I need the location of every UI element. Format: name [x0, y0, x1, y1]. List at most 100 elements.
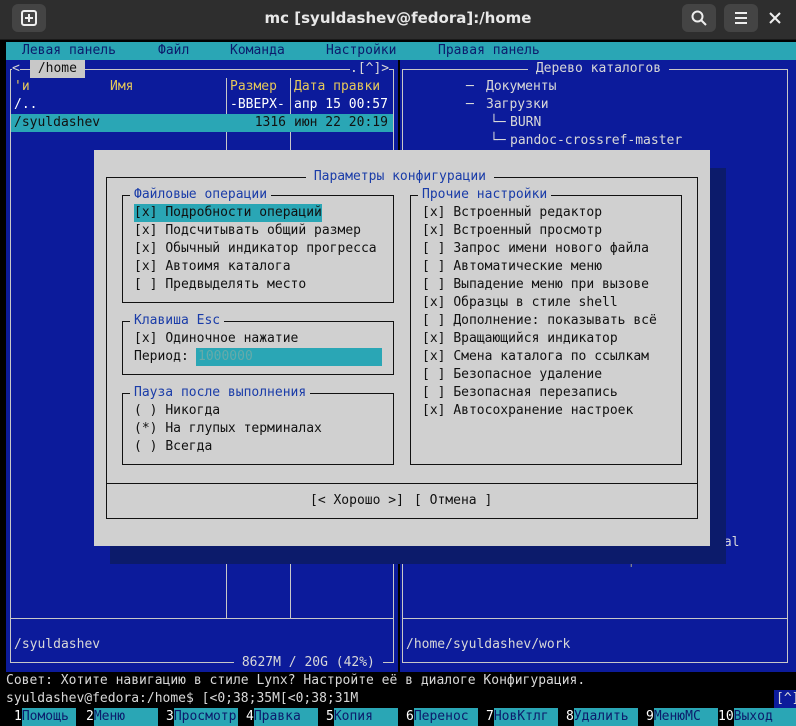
period-input[interactable]: 1000000	[196, 348, 382, 366]
checkbox-preallocate[interactable]: [ ] Предвыделять место	[134, 276, 306, 294]
checkbox-internal-viewer[interactable]: [x] Встроенный просмотр	[422, 222, 602, 240]
menu-file[interactable]: Файл	[158, 42, 189, 60]
fkey-number: 1	[14, 709, 22, 724]
fkey-copy[interactable]: 5Копия	[326, 708, 398, 726]
checkbox-mark: [ ]	[422, 313, 446, 328]
col-size-header[interactable]: Размер	[230, 78, 277, 96]
checkbox-label: Безопасная перезапись	[453, 385, 618, 400]
col-date-header[interactable]: Дата правки	[294, 78, 380, 96]
mc-menubar: Левая панель Файл Команда Настройки Прав…	[6, 42, 796, 60]
checkbox-internal-editor[interactable]: [x] Встроенный редактор	[422, 204, 602, 222]
checkbox-drop-down-menus[interactable]: [ ] Выпадение меню при вызове	[422, 276, 649, 294]
fkey-pulldown[interactable]: 9МенюМС	[646, 708, 718, 726]
tree-title: Дерево каталогов	[528, 60, 669, 78]
shell-prompt[interactable]: syuldashev@fedora:/home$ [<0;38;35M[<0;3…	[6, 690, 358, 708]
radio-label: На глупых терминалах	[165, 421, 322, 436]
fkey-label: Выход	[733, 708, 796, 726]
fkey-edit[interactable]: 4Правка	[246, 708, 318, 726]
checkbox-label: Подробности операций	[165, 205, 322, 220]
radio-never[interactable]: ( ) Никогда	[134, 402, 220, 420]
fkey-help[interactable]: 1Помощь	[14, 708, 76, 726]
radio-always[interactable]: ( ) Всегда	[134, 438, 212, 456]
fkey-label: Меню	[93, 708, 158, 726]
function-key-bar: 1Помощь 2Меню 3Просмотр 4Правка 5Копия 6…	[6, 708, 796, 726]
menu-right-panel[interactable]: Правая панель	[438, 42, 540, 60]
checkbox-label: Встроенный просмотр	[453, 223, 603, 238]
checkbox-safe-overwrite[interactable]: [ ] Безопасная перезапись	[422, 384, 618, 402]
menu-left-panel[interactable]: Левая панель	[22, 42, 116, 60]
radio-mark: ( )	[134, 439, 158, 454]
tree-item[interactable]: BURN	[510, 114, 541, 132]
fkey-mkdir[interactable]: 7НовКтлг	[486, 708, 558, 726]
checkbox-verbose-ops[interactable]: [x] Подробности операций	[134, 204, 322, 222]
checkbox-mark: [x]	[134, 331, 158, 346]
window-titlebar: mc [syuldashev@fedora]:/home	[0, 0, 796, 40]
left-panel-controls[interactable]: .[^]>	[350, 60, 390, 78]
file-date: июн 22 20:19	[294, 115, 388, 130]
menu-options[interactable]: Настройки	[326, 42, 396, 60]
col-sort-indicator[interactable]: 'и	[14, 78, 30, 96]
fkey-delete[interactable]: 8Удалить	[566, 708, 638, 726]
tree-item[interactable]: Загрузки	[486, 96, 549, 114]
menu-command[interactable]: Команда	[230, 42, 285, 60]
terminal[interactable]: Левая панель Файл Команда Настройки Прав…	[6, 42, 796, 726]
fkey-number: 3	[166, 709, 174, 724]
checkbox-rotating-dash[interactable]: [x] Вращающийся индикатор	[422, 330, 618, 348]
file-row-selected[interactable]: /syuldashev 1316 июн 22 20:19	[11, 114, 393, 132]
left-panel-path[interactable]: /home	[30, 60, 85, 78]
ok-button[interactable]: [< Хорошо >]	[310, 492, 404, 510]
checkbox-auto-save-setup[interactable]: [x] Автосохранение настроек	[422, 402, 633, 420]
checkbox-classic-progress[interactable]: [x] Обычный индикатор прогресса	[134, 240, 377, 258]
checkbox-label: Автоматические меню	[453, 259, 603, 274]
right-mini-status: /home/syuldashev/work	[406, 637, 571, 652]
prompt-indicator[interactable]: [^]	[774, 690, 796, 708]
tree-branch: └─	[490, 133, 506, 148]
checkbox-mark: [x]	[134, 205, 158, 220]
menu-button[interactable]	[724, 4, 758, 32]
hint-line: Совет: Хотите навигацию в стиле Lynx? На…	[6, 673, 586, 688]
fkey-move[interactable]: 6Перенос	[406, 708, 478, 726]
right-status-divider	[402, 618, 788, 619]
checkbox-mark: [ ]	[134, 277, 158, 292]
checkbox-ask-new-file-name[interactable]: [ ] Запрос имени нового файла	[422, 240, 649, 258]
checkbox-auto-menus[interactable]: [ ] Автоматические меню	[422, 258, 602, 276]
file-date: апр 15 00:57	[294, 97, 388, 112]
checkbox-mkdir-autoname[interactable]: [x] Автоимя каталога	[134, 258, 291, 276]
checkbox-mark: [x]	[422, 349, 446, 364]
fkey-view[interactable]: 3Просмотр	[166, 708, 238, 726]
fkey-number: 10	[718, 709, 734, 724]
checkbox-compute-totals[interactable]: [x] Подсчитывать общий размер	[134, 222, 361, 240]
fkey-number: 5	[326, 709, 334, 724]
checkbox-mark: [x]	[134, 241, 158, 256]
fkey-menu[interactable]: 2Меню	[86, 708, 158, 726]
checkbox-label: Подсчитывать общий размер	[165, 223, 361, 238]
radio-dumb-terminals[interactable]: (*) На глупых терминалах	[134, 420, 322, 438]
checkbox-cd-follows-links[interactable]: [x] Смена каталога по ссылкам	[422, 348, 649, 366]
cancel-button[interactable]: [ Отмена ]	[414, 492, 492, 510]
checkbox-safe-delete[interactable]: [ ] Безопасное удаление	[422, 366, 602, 384]
tree-branch: ─	[466, 79, 474, 94]
search-button[interactable]	[682, 4, 716, 32]
col-name-header[interactable]: Имя	[110, 78, 133, 96]
file-size: 1316	[254, 115, 286, 130]
tree-item[interactable]: Документы	[486, 78, 556, 96]
dialog-shadow	[710, 168, 726, 564]
checkbox-complete-show-all[interactable]: [ ] Дополнение: показывать всё	[422, 312, 657, 330]
fkey-label: Копия	[333, 708, 398, 726]
checkbox-shell-patterns[interactable]: [x] Образцы в стиле shell	[422, 294, 618, 312]
left-corner: <	[12, 60, 20, 78]
checkbox-label: Смена каталога по ссылкам	[453, 349, 649, 364]
left-status-divider	[10, 618, 394, 619]
fkey-label: Перенос	[413, 708, 478, 726]
checkbox-mark: [x]	[422, 403, 446, 418]
tree-item[interactable]: pandoc-crossref-master	[510, 132, 682, 150]
checkbox-mark: [ ]	[422, 277, 446, 292]
config-dialog[interactable]: Параметры конфигурации Файловые операции…	[94, 150, 710, 546]
checkbox-mark: [x]	[134, 223, 158, 238]
checkbox-single-press[interactable]: [x] Одиночное нажатие	[134, 330, 298, 348]
checkbox-mark: [ ]	[422, 367, 446, 382]
fkey-quit[interactable]: 10Выход	[718, 708, 796, 726]
checkbox-label: Дополнение: показывать всё	[453, 313, 657, 328]
close-button[interactable]	[758, 4, 792, 32]
checkbox-label: Одиночное нажатие	[165, 331, 299, 346]
